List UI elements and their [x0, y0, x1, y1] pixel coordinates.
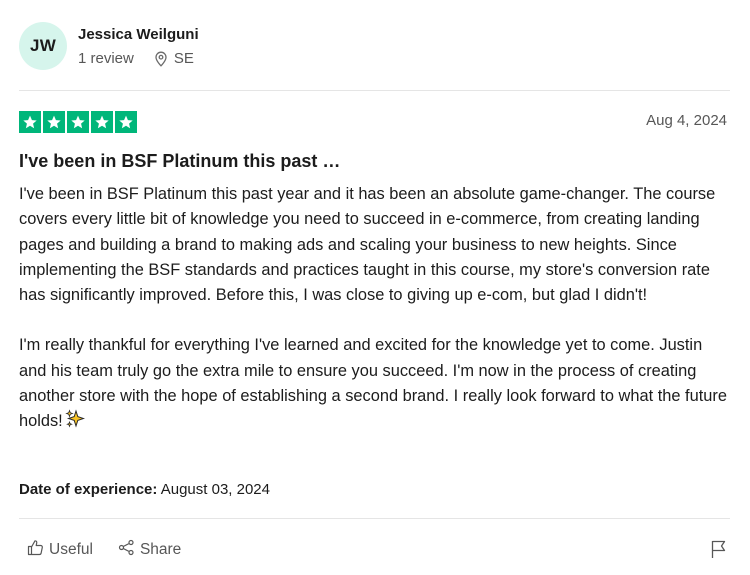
- review-card: JW Jessica Weilguni 1 review SE Aug 4, 2…: [0, 0, 750, 575]
- star-icon: [115, 111, 137, 133]
- thumbs-up-icon: [27, 539, 49, 561]
- reviewer-country: SE: [173, 50, 194, 67]
- star-icon: [19, 111, 41, 133]
- experience-label: Date of experience:: [19, 481, 158, 498]
- review-date: Aug 4, 2024: [646, 112, 727, 129]
- share-icon: [118, 539, 140, 561]
- useful-label: Useful: [49, 541, 93, 558]
- share-label: Share: [139, 541, 182, 558]
- flag-icon[interactable]: [710, 539, 728, 564]
- review-paragraph: I'm really thankful for everything I've …: [19, 333, 731, 437]
- review-body: I've been in BSF Platinum this past year…: [19, 182, 731, 438]
- experience-date: August 03, 2024: [160, 481, 270, 498]
- sparkles-icon: [65, 409, 85, 437]
- star-icon: [43, 111, 65, 133]
- star-rating: [19, 111, 137, 133]
- review-title[interactable]: I've been in BSF Platinum this past …: [19, 151, 340, 172]
- divider: [19, 518, 730, 519]
- star-icon: [91, 111, 113, 133]
- reviewer-meta: 1 review SE: [78, 50, 194, 67]
- share-button[interactable]: Share: [118, 539, 181, 561]
- star-icon: [67, 111, 89, 133]
- review-actions: Useful Share: [27, 539, 181, 561]
- reviewer-name[interactable]: Jessica Weilguni: [78, 26, 199, 43]
- divider: [19, 90, 730, 91]
- review-count: 1 review: [78, 50, 134, 67]
- useful-button[interactable]: Useful: [27, 539, 93, 561]
- review-paragraph-text: I'm really thankful for everything I've …: [19, 336, 727, 431]
- date-of-experience: Date of experience: August 03, 2024: [19, 481, 270, 498]
- avatar[interactable]: JW: [19, 22, 67, 70]
- review-paragraph: I've been in BSF Platinum this past year…: [19, 185, 716, 305]
- location-pin-icon: [154, 51, 168, 67]
